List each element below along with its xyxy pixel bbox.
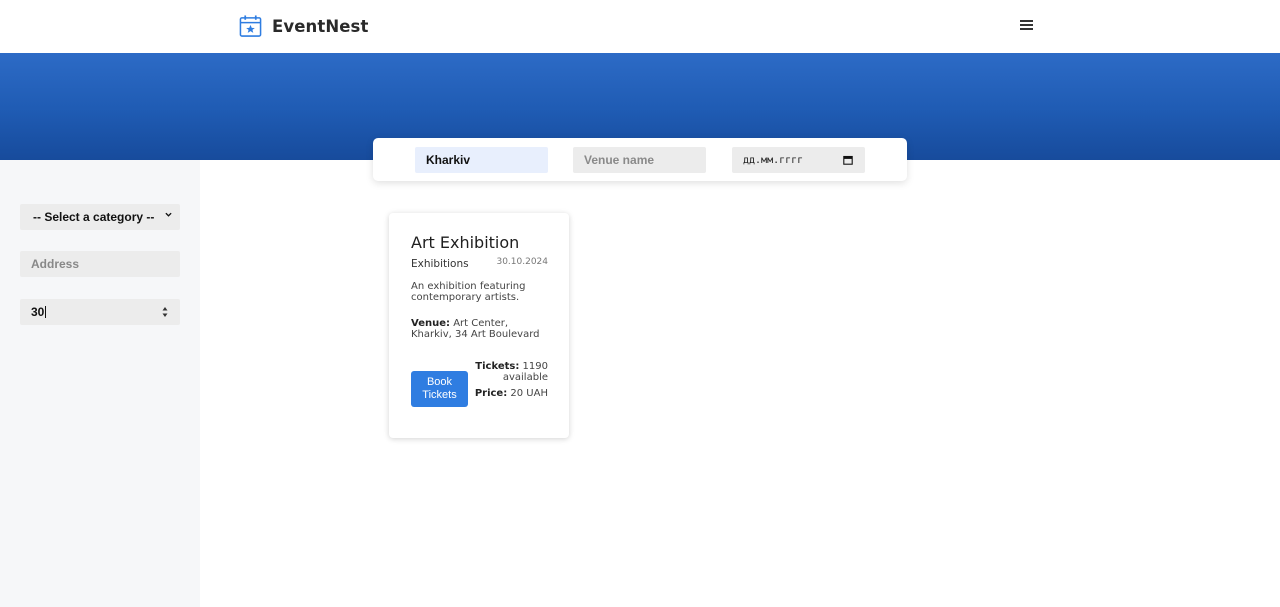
category-select-value: -- Select a category -- <box>33 210 155 224</box>
chevron-down-icon <box>165 212 172 217</box>
brand-name: EventNest <box>272 16 369 36</box>
venue-label: Venue: <box>411 318 450 329</box>
price-label: Price: <box>474 388 508 399</box>
event-meta: Tickets: 1190 available Price: 20 UAH <box>468 361 548 399</box>
event-venue: Venue: Art Center, Kharkiv, 34 Art Boule… <box>411 318 551 340</box>
event-category: Exhibitions <box>411 258 469 270</box>
tickets-label: Tickets: <box>475 361 520 372</box>
top-navbar: EventNest <box>0 0 1280 53</box>
tickets-number-value: 30 <box>31 305 45 319</box>
search-bar: Kharkiv Venue name дд.мм.гггг <box>373 138 907 181</box>
category-select[interactable]: -- Select a category -- <box>20 204 180 230</box>
city-input-value: Kharkiv <box>426 153 471 167</box>
tickets-available: Tickets: 1190 available <box>468 361 548 383</box>
event-title[interactable]: Art Exhibition <box>411 233 519 252</box>
address-input[interactable]: Address <box>20 251 180 277</box>
brand-logo[interactable]: EventNest <box>239 14 368 38</box>
date-input[interactable]: дд.мм.гггг <box>732 147 865 173</box>
event-card: Art Exhibition Exhibitions 30.10.2024 An… <box>389 213 569 438</box>
event-date: 30.10.2024 <box>496 257 548 267</box>
calendar-icon[interactable] <box>843 155 853 165</box>
venue-input[interactable]: Venue name <box>573 147 706 173</box>
address-placeholder: Address <box>31 257 80 271</box>
book-tickets-button[interactable]: Book Tickets <box>411 371 468 407</box>
calendar-star-icon <box>239 15 262 37</box>
price-value: 20 UAH <box>510 388 548 399</box>
event-price: Price: 20 UAH <box>468 388 548 399</box>
date-input-placeholder: дд.мм.гггг <box>743 154 804 166</box>
event-description: An exhibition featuring contemporary art… <box>411 281 526 303</box>
tickets-number-input[interactable]: 30 <box>20 299 180 325</box>
city-input[interactable]: Kharkiv <box>415 147 548 173</box>
venue-input-placeholder: Venue name <box>584 153 655 167</box>
text-caret <box>45 306 47 318</box>
number-spinner-icon[interactable] <box>162 306 168 318</box>
hamburger-menu-icon[interactable] <box>1019 18 1035 32</box>
